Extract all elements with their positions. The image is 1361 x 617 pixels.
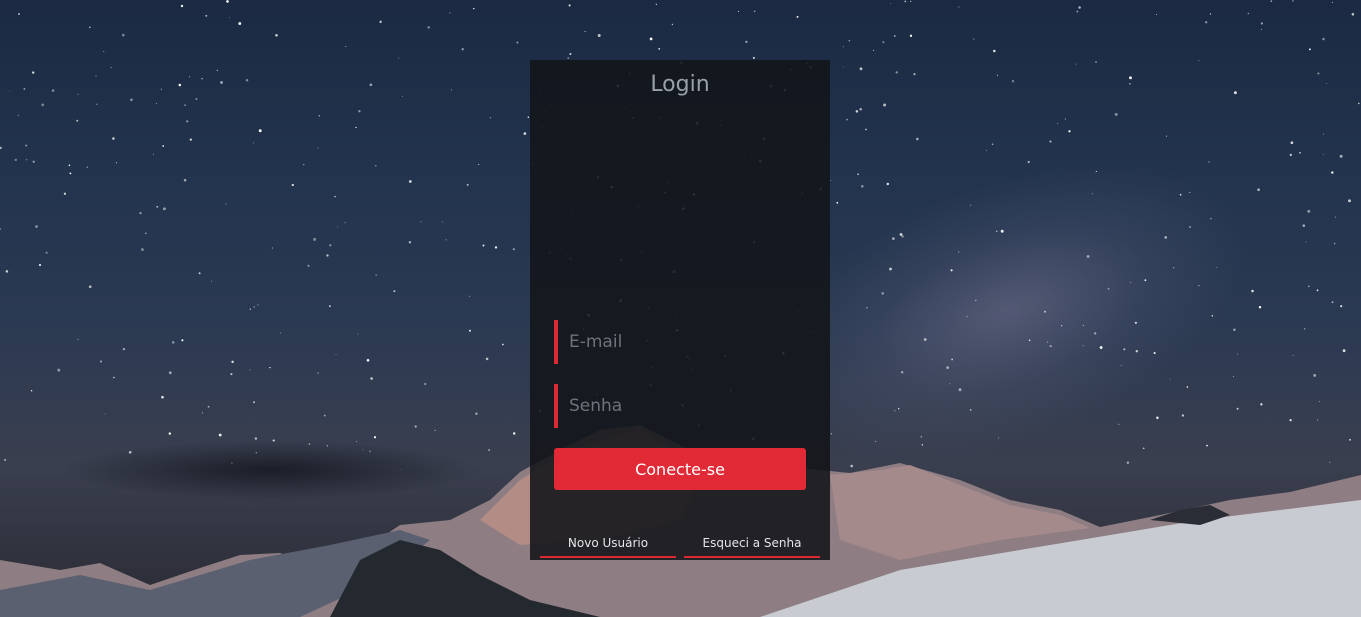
- new-user-link[interactable]: Novo Usuário: [540, 530, 676, 558]
- login-panel: Login Conecte-se Novo Usuário Esqueci a …: [530, 60, 830, 560]
- login-title: Login: [650, 72, 710, 97]
- password-field: [554, 384, 806, 428]
- login-submit-button[interactable]: Conecte-se: [554, 448, 806, 490]
- email-input[interactable]: [558, 320, 806, 364]
- email-field: [554, 320, 806, 364]
- password-input[interactable]: [558, 384, 806, 428]
- forgot-password-link[interactable]: Esqueci a Senha: [684, 530, 820, 558]
